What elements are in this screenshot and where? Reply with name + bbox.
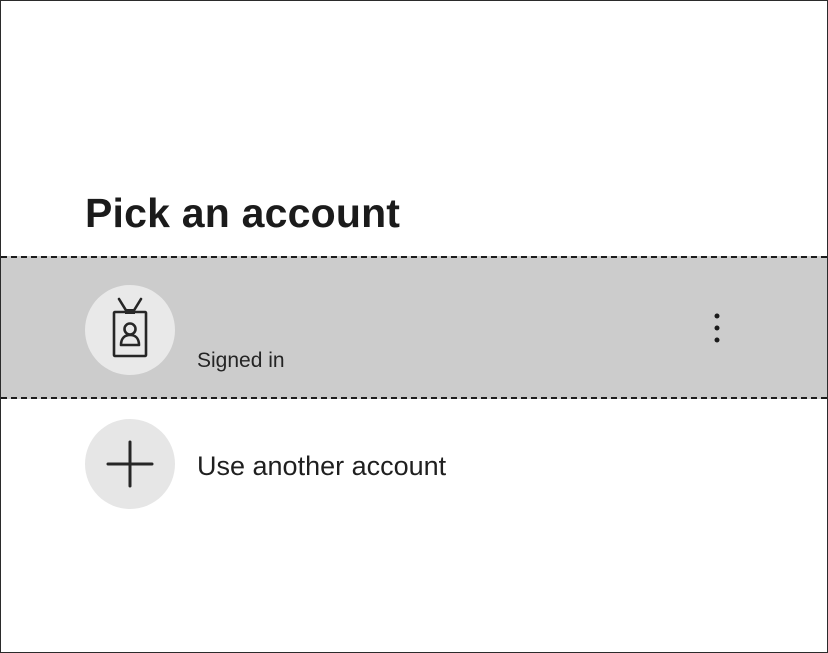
plus-icon bbox=[85, 419, 175, 509]
use-another-account-button[interactable]: Use another account bbox=[1, 413, 827, 517]
more-vertical-icon bbox=[714, 313, 720, 343]
account-picker-dialog: Pick an account Signed in Use another ac… bbox=[0, 0, 828, 653]
more-options-button[interactable] bbox=[697, 306, 737, 350]
id-badge-icon bbox=[85, 285, 175, 375]
account-list-item[interactable]: Signed in bbox=[1, 256, 827, 399]
use-another-account-label: Use another account bbox=[197, 451, 447, 481]
page-title: Pick an account bbox=[85, 190, 401, 236]
account-status: Signed in bbox=[197, 349, 285, 372]
